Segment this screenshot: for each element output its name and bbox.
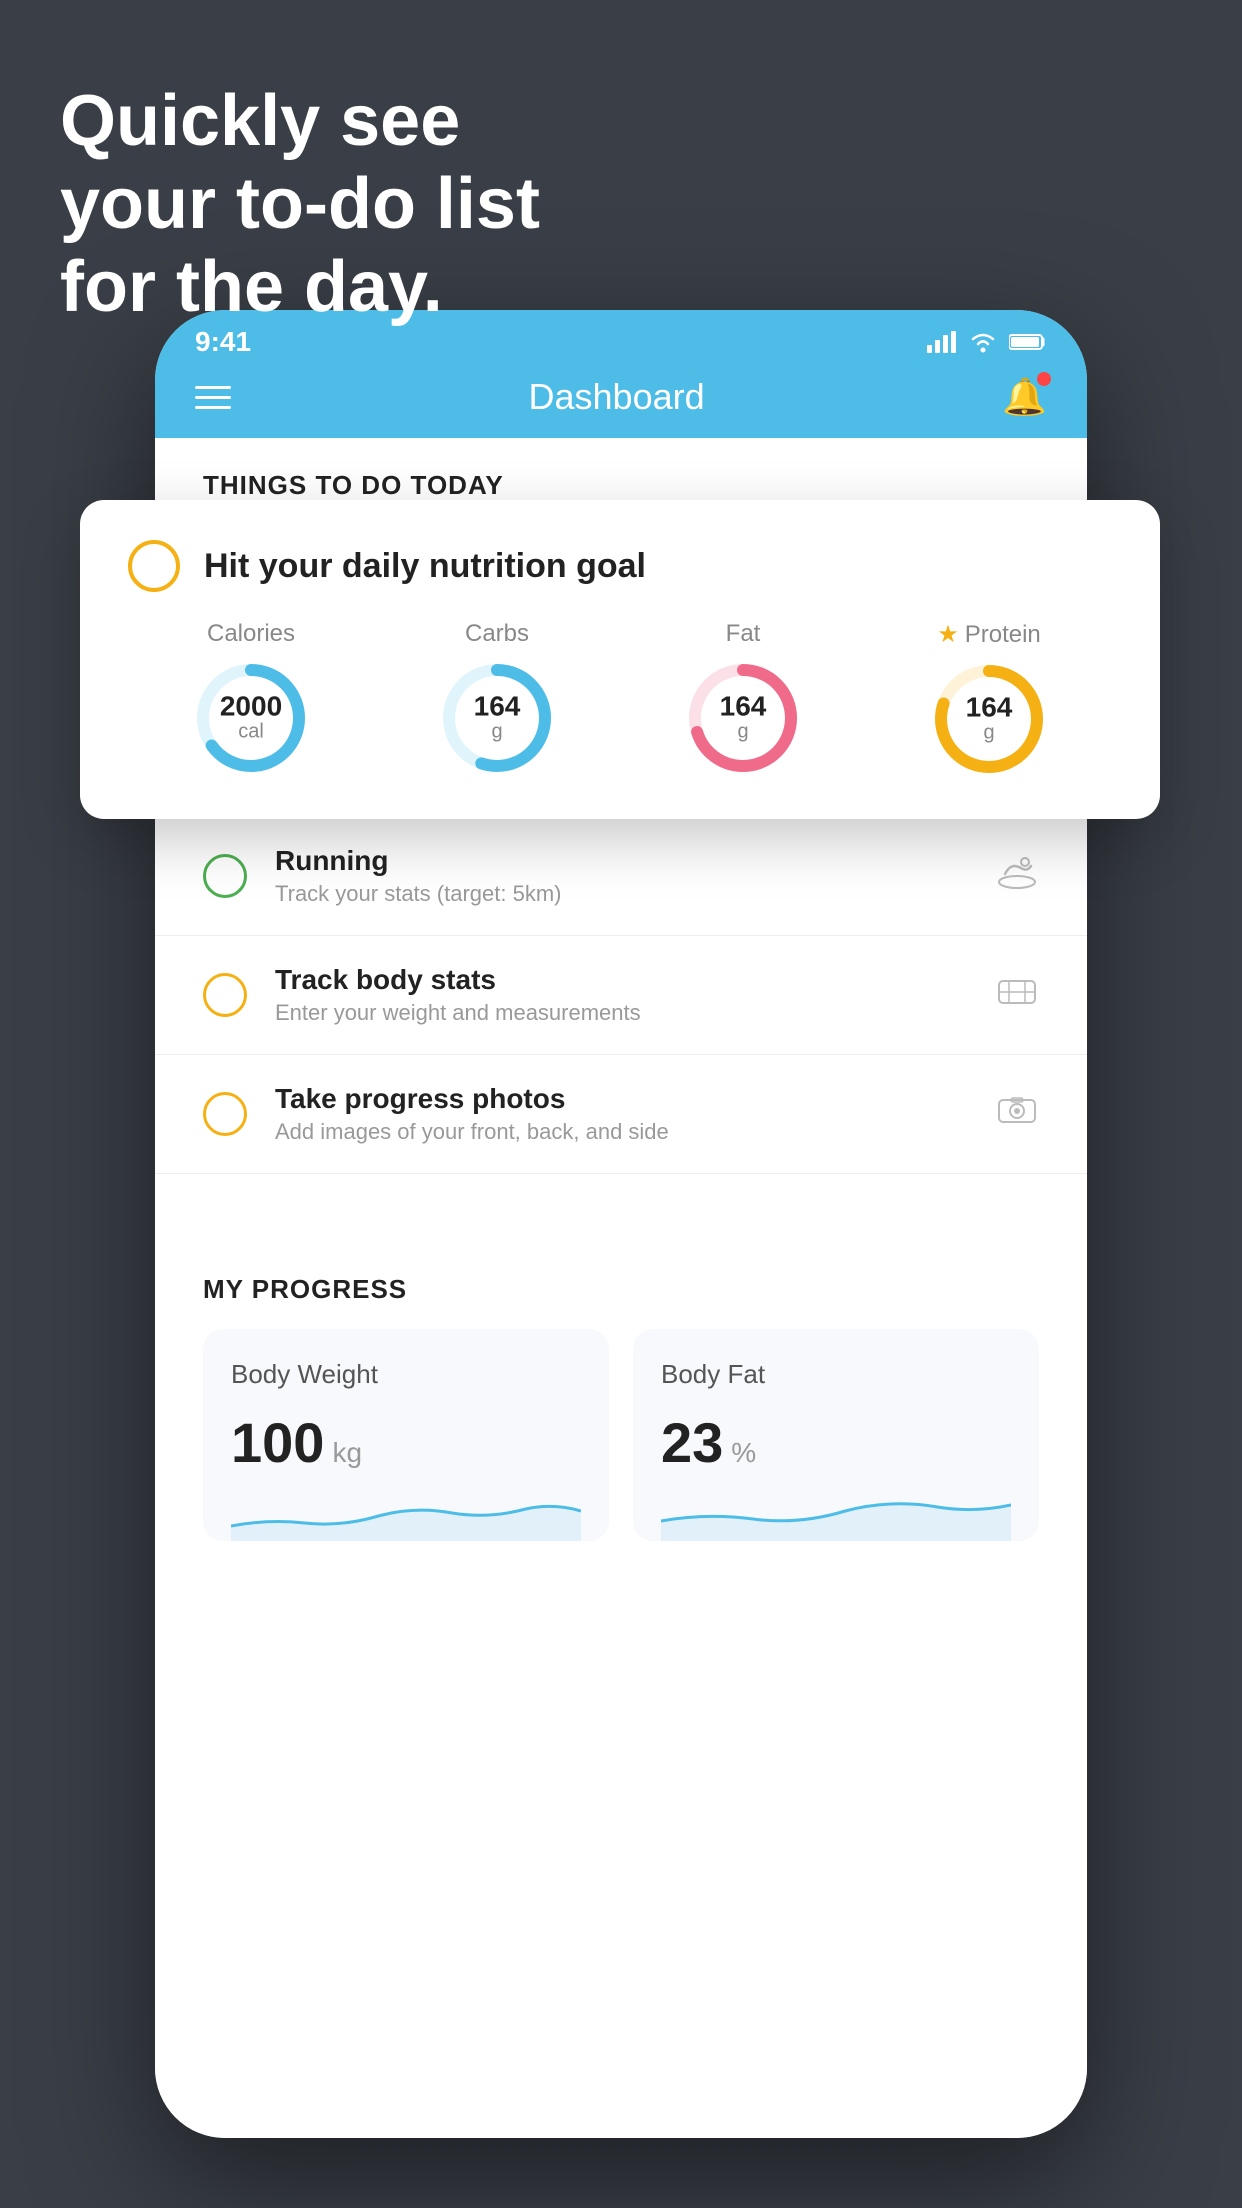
- weight-chart: [231, 1491, 581, 1541]
- todo-text-photos: Take progress photos Add images of your …: [275, 1083, 967, 1145]
- bodystats-icon: [995, 973, 1039, 1017]
- nutrition-card: Hit your daily nutrition goal Calories 2…: [80, 500, 1160, 819]
- nutrition-protein: ★ Protein 164 g: [929, 620, 1049, 779]
- calories-label: Calories: [207, 620, 295, 648]
- status-time: 9:41: [195, 326, 251, 358]
- progress-fat-value-row: 23 %: [661, 1410, 1011, 1475]
- photos-icon: [995, 1092, 1039, 1136]
- protein-label: ★ Protein: [937, 620, 1041, 649]
- progress-card-weight[interactable]: Body Weight 100 kg: [203, 1329, 609, 1541]
- fat-chart: [661, 1491, 1011, 1541]
- nutrition-row: Calories 2000 cal Carbs: [128, 620, 1112, 779]
- todo-title-photos: Take progress photos: [275, 1083, 967, 1115]
- nutrition-calories: Calories 2000 cal: [191, 620, 311, 778]
- carbs-unit: g: [474, 721, 521, 744]
- status-icons: [927, 331, 1047, 353]
- signal-icon: [927, 331, 957, 353]
- protein-star-icon: ★: [937, 620, 959, 649]
- todo-text-running: Running Track your stats (target: 5km): [275, 845, 967, 907]
- progress-weight-value: 100: [231, 1410, 324, 1475]
- todo-sub-running: Track your stats (target: 5km): [275, 881, 967, 907]
- calories-donut: 2000 cal: [191, 658, 311, 778]
- fat-donut: 164 g: [683, 658, 803, 778]
- nutrition-carbs: Carbs 164 g: [437, 620, 557, 778]
- progress-card-fat-title: Body Fat: [661, 1359, 1011, 1390]
- todo-item-running[interactable]: Running Track your stats (target: 5km): [155, 817, 1087, 936]
- todo-circle-photos: [203, 1092, 247, 1136]
- todo-sub-bodystats: Enter your weight and measurements: [275, 1000, 967, 1026]
- card-check-circle: [128, 540, 180, 592]
- fat-value: 164: [720, 693, 767, 721]
- fat-label: Fat: [726, 620, 761, 648]
- todo-title-running: Running: [275, 845, 967, 877]
- progress-card-weight-title: Body Weight: [231, 1359, 581, 1390]
- battery-icon: [1009, 333, 1047, 351]
- section-title: THINGS TO DO TODAY: [203, 470, 1039, 501]
- progress-weight-unit: kg: [332, 1437, 362, 1469]
- bell-icon[interactable]: 🔔: [1002, 376, 1047, 418]
- running-icon: [995, 854, 1039, 898]
- carbs-donut: 164 g: [437, 658, 557, 778]
- todo-circle-running: [203, 854, 247, 898]
- calories-unit: cal: [220, 721, 282, 744]
- todo-title-bodystats: Track body stats: [275, 964, 967, 996]
- todo-text-bodystats: Track body stats Enter your weight and m…: [275, 964, 967, 1026]
- progress-section-title: MY PROGRESS: [203, 1274, 1039, 1305]
- progress-cards: Body Weight 100 kg Bo: [203, 1329, 1039, 1541]
- todo-item-photos[interactable]: Take progress photos Add images of your …: [155, 1055, 1087, 1174]
- todo-sub-photos: Add images of your front, back, and side: [275, 1119, 967, 1145]
- fat-unit: g: [720, 721, 767, 744]
- nav-title: Dashboard: [529, 376, 705, 418]
- calories-value: 2000: [220, 693, 282, 721]
- menu-icon[interactable]: [195, 386, 231, 409]
- card-header: Hit your daily nutrition goal: [128, 540, 1112, 592]
- protein-donut: 164 g: [929, 659, 1049, 779]
- protein-value: 164: [966, 694, 1013, 722]
- progress-fat-unit: %: [731, 1437, 756, 1469]
- todo-item-bodystats[interactable]: Track body stats Enter your weight and m…: [155, 936, 1087, 1055]
- notification-dot: [1037, 372, 1051, 386]
- carbs-label: Carbs: [465, 620, 529, 648]
- todo-circle-bodystats: [203, 973, 247, 1017]
- card-title: Hit your daily nutrition goal: [204, 547, 646, 586]
- progress-fat-value: 23: [661, 1410, 723, 1475]
- protein-unit: g: [966, 722, 1013, 745]
- carbs-value: 164: [474, 693, 521, 721]
- nav-bar: Dashboard 🔔: [155, 366, 1087, 438]
- progress-card-fat[interactable]: Body Fat 23 %: [633, 1329, 1039, 1541]
- progress-weight-value-row: 100 kg: [231, 1410, 581, 1475]
- hero-text: Quickly see your to-do list for the day.: [60, 80, 540, 328]
- wifi-icon: [969, 331, 997, 353]
- progress-section: MY PROGRESS Body Weight 100 kg: [155, 1234, 1087, 1581]
- nutrition-fat: Fat 164 g: [683, 620, 803, 778]
- todo-list: Running Track your stats (target: 5km) T…: [155, 817, 1087, 1581]
